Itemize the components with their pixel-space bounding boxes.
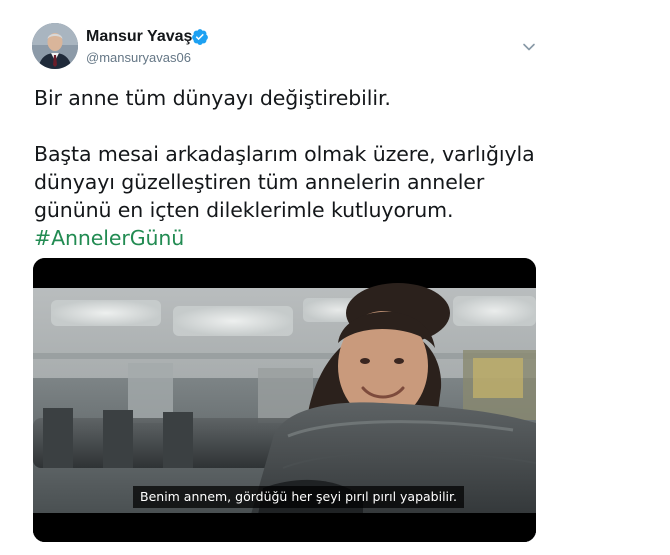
avatar[interactable] [32, 23, 78, 69]
tweet-text-body: Başta mesai arkadaşlarım olmak üzere, va… [34, 140, 554, 252]
tweet-card: Mansur Yavaş @mansuryavas06 Bir anne tüm… [0, 0, 670, 555]
hashtag-link[interactable]: #AnnelerGünü [34, 226, 184, 250]
tweet-body-text: Başta mesai arkadaşlarım olmak üzere, va… [34, 142, 535, 222]
tweet-text-line-1: Bir anne tüm dünyayı değiştirebilir. [34, 86, 391, 110]
tweet-text: Bir anne tüm dünyayı değiştirebilir. Baş… [34, 84, 554, 252]
video-player[interactable]: Benim annem, gördüğü her şeyi pırıl pırı… [33, 258, 536, 542]
chevron-down-icon[interactable] [520, 40, 538, 54]
video-subtitle: Benim annem, gördüğü her şeyi pırıl pırı… [133, 486, 464, 508]
verified-badge-icon [192, 29, 208, 45]
author-name[interactable]: Mansur Yavaş [86, 28, 192, 46]
author-handle[interactable]: @mansuryavas06 [86, 50, 191, 65]
